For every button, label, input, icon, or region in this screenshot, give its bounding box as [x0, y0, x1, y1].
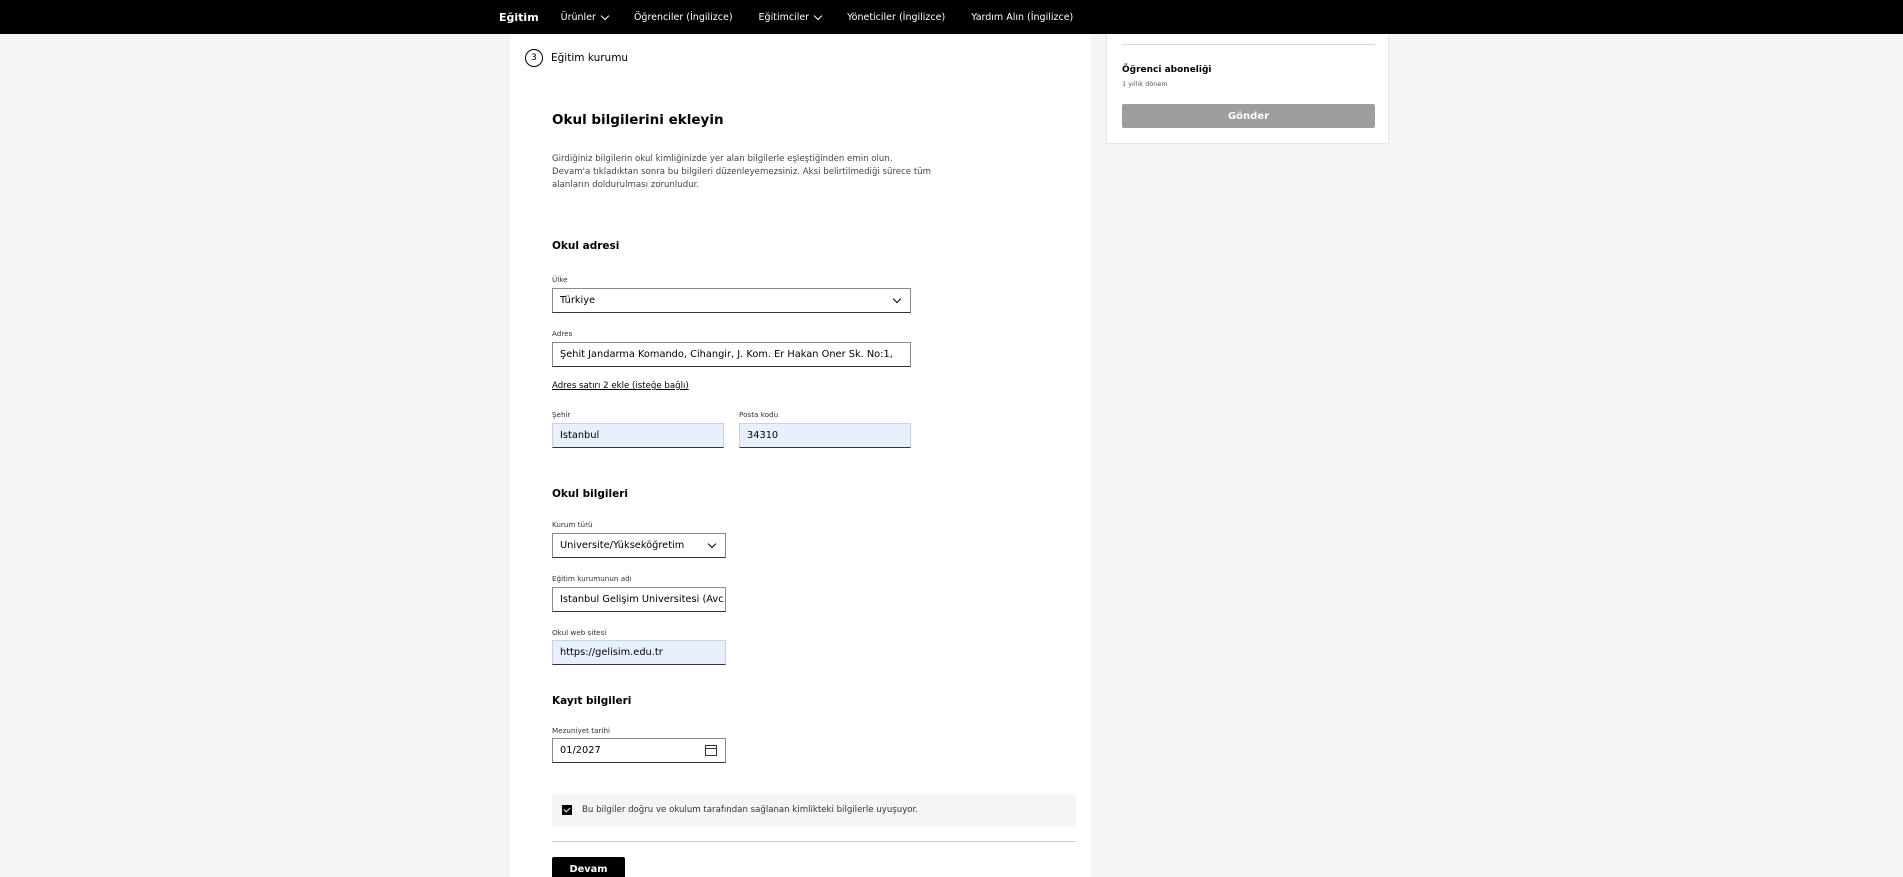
chevron-down-icon [707, 539, 717, 549]
country-value: Türkiye [560, 295, 596, 306]
divider [1122, 44, 1375, 45]
divider [552, 841, 1076, 842]
nav-item-label: Ürünler [560, 11, 596, 23]
website-field[interactable]: https://gelisim.edu.tr [552, 640, 726, 665]
nav-item-label: Öğrenciler (İngilizce) [633, 11, 733, 23]
confirmation-box: Bu bilgiler doğru ve okulum tarafından s… [552, 794, 1076, 826]
address-value: Şehit Jandarma Komando, Cihangir, J. Kom… [560, 349, 893, 360]
step-label: Eğitim kurumu [551, 52, 629, 64]
section-title-school: Okul bilgileri [552, 488, 628, 500]
website-value: https://gelisim.edu.tr [560, 647, 663, 658]
nav-item-students[interactable]: Öğrenciler (İngilizce) [634, 12, 733, 23]
nav-item-help[interactable]: Yardım Alın (İngilizce) [971, 12, 1073, 23]
graduation-date-value: 01/2027 [560, 745, 601, 756]
subscription-summary: Öğrenci aboneliği 1 yıllık dönem Gönder [1106, 34, 1389, 144]
subscription-title: Öğrenci aboneliği [1122, 65, 1212, 75]
intro-text: Girdiğiniz bilgilerin okul kimliğinizde … [552, 154, 932, 190]
country-label: Ülke [552, 275, 568, 284]
confirm-text: Bu bilgiler doğru ve okulum tarafından s… [582, 805, 919, 815]
institution-type-select[interactable]: Üniversite/Yükseköğretim [552, 533, 726, 558]
nav-item-label: Eğitimciler [758, 11, 810, 23]
confirm-checkbox[interactable] [562, 805, 572, 815]
institution-type-value: Üniversite/Yükseköğretim [560, 540, 685, 551]
nav-item-label: Yöneticiler (İngilizce) [847, 11, 946, 23]
graduation-date-label: Mezuniyet tarihi [552, 726, 611, 735]
postal-code-field[interactable]: 34310 [739, 423, 911, 448]
institution-name-value: İstanbul Gelişim Üniversitesi (Avc [560, 594, 724, 605]
calendar-icon[interactable] [705, 745, 717, 756]
address-label: Adres [552, 329, 573, 338]
country-select[interactable]: Türkiye [552, 288, 911, 313]
postal-code-value: 34310 [747, 430, 779, 441]
nav-item-products[interactable]: Ürünler [560, 11, 610, 23]
nav-item-administrators[interactable]: Yöneticiler (İngilizce) [847, 12, 945, 23]
institution-name-label: Eğitim kurumunun adı [552, 574, 632, 583]
submit-button[interactable]: Gönder [1122, 104, 1375, 128]
add-address-line-2-link[interactable]: Adres satırı 2 ekle (isteğe bağlı) [552, 381, 689, 391]
step-number: 3 [525, 49, 543, 67]
section-title-address: Okul adresi [552, 240, 620, 252]
institution-name-field[interactable]: İstanbul Gelişim Üniversitesi (Avc [552, 587, 726, 612]
chevron-down-icon [892, 294, 902, 304]
brand-logo[interactable]: Eğitim [499, 11, 539, 24]
nav-item-educators[interactable]: Eğitimciler [758, 11, 823, 23]
chevron-down-icon [813, 11, 823, 20]
graduation-date-field[interactable]: 01/2027 [552, 738, 726, 763]
website-label: Okul web sitesi [552, 628, 607, 637]
section-title-enrollment: Kayıt bilgileri [552, 695, 632, 707]
postal-code-label: Posta kodu [739, 410, 779, 419]
city-value: İstanbul [560, 430, 600, 441]
city-label: Şehir [552, 410, 571, 419]
subscription-term: 1 yıllık dönem [1122, 80, 1168, 88]
city-field[interactable]: İstanbul [552, 423, 724, 448]
school-info-form: 3 Eğitim kurumu Okul bilgilerini ekleyin… [510, 34, 1091, 877]
address-field[interactable]: Şehit Jandarma Komando, Cihangir, J. Kom… [552, 342, 911, 367]
continue-button[interactable]: Devam [552, 857, 625, 877]
top-navigation: Eğitim Ürünler Öğrenciler (İngilizce) Eğ… [0, 0, 1903, 34]
nav-item-label: Yardım Alın (İngilizce) [971, 11, 1074, 23]
chevron-down-icon [600, 11, 610, 20]
page-title: Okul bilgilerini ekleyin [552, 112, 724, 128]
step-indicator: 3 Eğitim kurumu [525, 49, 628, 67]
institution-type-label: Kurum türü [552, 520, 593, 529]
